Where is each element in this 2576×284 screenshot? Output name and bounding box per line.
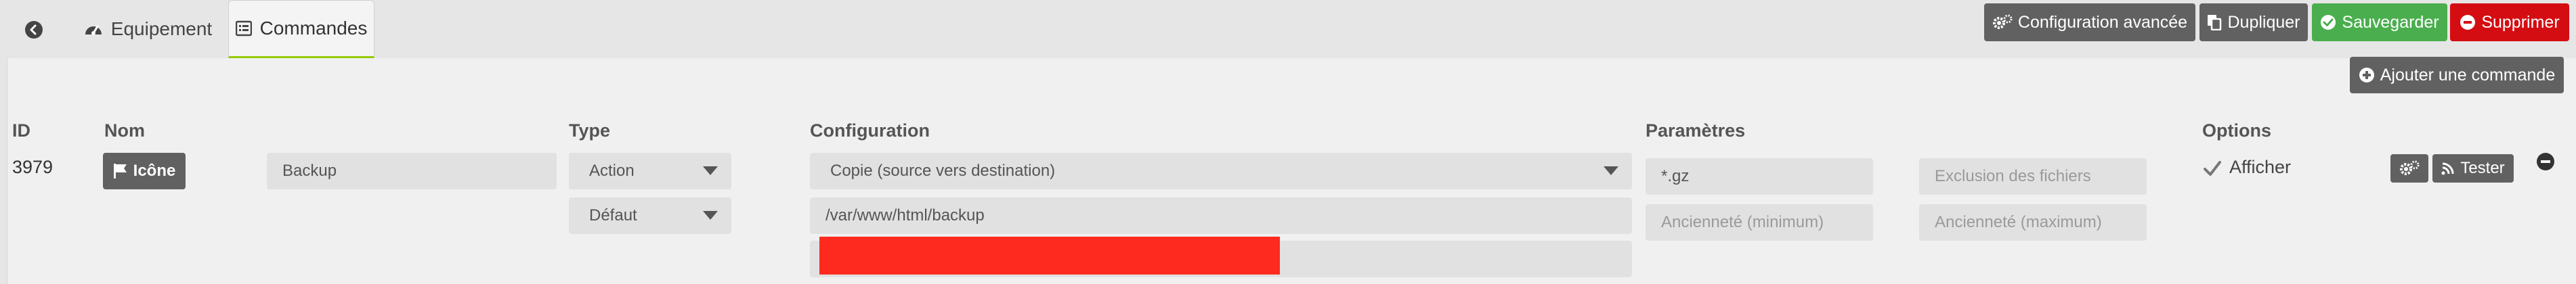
- command-id: 3979: [12, 157, 53, 177]
- advanced-config-label: Configuration avancée: [2017, 12, 2188, 32]
- file-exclusion-input[interactable]: Exclusion des fichiers: [1919, 158, 2147, 195]
- subtype-select[interactable]: Défaut: [569, 197, 731, 234]
- tab-equipement-label: Equipement: [110, 18, 213, 39]
- test-command-button[interactable]: Tester: [2432, 154, 2514, 183]
- cogs-icon: [1992, 14, 2013, 30]
- type-select-value: Action: [589, 162, 635, 180]
- subtype-select-value: Défaut: [589, 206, 637, 224]
- type-select[interactable]: Action: [569, 153, 731, 189]
- add-command-button[interactable]: Ajouter une commande: [2350, 57, 2564, 93]
- back-button[interactable]: [16, 12, 51, 47]
- afficher-checkbox[interactable]: [2204, 160, 2221, 177]
- flag-icon: [113, 163, 128, 179]
- check-circle-icon: [2320, 14, 2336, 30]
- minus-circle-icon: [2537, 153, 2554, 170]
- choose-icon-button[interactable]: Icône: [103, 153, 186, 189]
- column-header-id: ID: [12, 120, 30, 141]
- save-button[interactable]: Sauvegarder: [2312, 3, 2447, 41]
- chevron-down-icon: [703, 166, 718, 175]
- tab-commandes[interactable]: Commandes: [228, 0, 374, 58]
- configuration-select[interactable]: Copie (source vers destination): [810, 153, 1632, 189]
- column-header-configuration: Configuration: [810, 120, 930, 141]
- afficher-label: Afficher: [2229, 157, 2292, 177]
- file-pattern-input[interactable]: *.gz: [1646, 158, 1873, 195]
- age-min-input[interactable]: Ancienneté (minimum): [1646, 204, 1873, 241]
- delete-button[interactable]: Supprimer: [2450, 3, 2569, 41]
- command-config-button[interactable]: [2390, 154, 2428, 183]
- duplicate-label: Dupliquer: [2227, 12, 2300, 32]
- minus-circle-icon: [2460, 14, 2476, 30]
- check-icon: [2204, 161, 2221, 176]
- advanced-config-button[interactable]: Configuration avancée: [1984, 3, 2195, 41]
- column-header-type: Type: [569, 120, 611, 141]
- rss-icon: [2441, 162, 2455, 175]
- delete-label: Supprimer: [2481, 12, 2560, 32]
- tachometer-icon: [84, 21, 103, 37]
- column-header-parametres: Paramètres: [1646, 120, 1746, 141]
- remove-command-button[interactable]: [2535, 151, 2556, 172]
- arrow-circle-left-icon: [25, 21, 43, 39]
- tab-commandes-label: Commandes: [259, 18, 368, 39]
- list-icon: [235, 20, 252, 37]
- chevron-down-icon: [703, 211, 718, 220]
- redaction-block: [819, 237, 1280, 275]
- column-header-nom: Nom: [104, 120, 145, 141]
- choose-icon-label: Icône: [133, 162, 176, 180]
- add-command-label: Ajouter une commande: [2380, 65, 2556, 85]
- chevron-down-icon: [1604, 166, 1618, 175]
- duplicate-button[interactable]: Dupliquer: [2199, 3, 2308, 41]
- test-command-label: Tester: [2460, 159, 2505, 177]
- cogs-icon: [2399, 160, 2420, 176]
- age-max-input[interactable]: Ancienneté (maximum): [1919, 204, 2147, 241]
- column-header-options: Options: [2202, 120, 2271, 141]
- tab-equipement[interactable]: Equipement: [79, 0, 217, 58]
- copy-icon: [2207, 14, 2222, 30]
- destination-input[interactable]: /var/www/html/backup: [810, 197, 1632, 234]
- configuration-select-value: Copie (source vers destination): [830, 162, 1056, 180]
- plus-circle-icon: [2359, 67, 2375, 83]
- save-label: Sauvegarder: [2342, 12, 2439, 32]
- command-name-input[interactable]: Backup: [267, 153, 557, 189]
- top-bar: Equipement Commandes Configuration avanc…: [0, 0, 2576, 60]
